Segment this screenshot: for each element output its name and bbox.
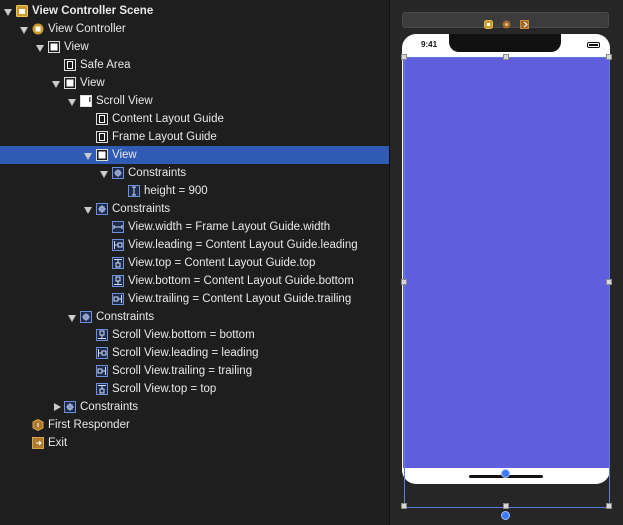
scene-dock[interactable] bbox=[402, 12, 609, 29]
view-controller-dock-icon[interactable] bbox=[484, 16, 493, 29]
first-responder-icon bbox=[32, 419, 44, 431]
bottom-constraint-pin-icon[interactable] bbox=[501, 469, 510, 478]
height-constraint-pin-icon[interactable] bbox=[501, 511, 510, 520]
disclosure-expanded-icon[interactable] bbox=[68, 313, 77, 322]
resize-handle-top-right[interactable] bbox=[606, 54, 612, 60]
outline-row-label: Scroll View.bottom = bottom bbox=[112, 329, 255, 341]
leading-constraint-icon bbox=[112, 239, 124, 251]
outline-row[interactable]: Constraints bbox=[0, 398, 441, 416]
outline-row-label: View bbox=[64, 41, 89, 53]
constraints-icon bbox=[112, 167, 124, 179]
view-icon bbox=[48, 41, 60, 53]
outline-row-label: Constraints bbox=[112, 203, 171, 215]
outline-row[interactable]: Exit bbox=[0, 434, 409, 452]
resize-handle-right[interactable] bbox=[606, 279, 612, 285]
constraints-icon bbox=[96, 203, 108, 215]
disclosure-expanded-icon[interactable] bbox=[84, 205, 93, 214]
constraints-icon bbox=[80, 311, 92, 323]
disclosure-expanded-icon[interactable] bbox=[4, 7, 13, 16]
view-icon bbox=[64, 77, 76, 89]
outline-row-label: View bbox=[80, 77, 105, 89]
outline-row[interactable]: First Responder bbox=[0, 416, 409, 434]
view-controller-icon bbox=[32, 23, 44, 35]
resize-handle-bottom[interactable] bbox=[503, 503, 509, 509]
disclosure-expanded-icon[interactable] bbox=[68, 97, 77, 106]
resize-handle-bottom-right[interactable] bbox=[606, 503, 612, 509]
outline-row-label: View.bottom = Content Layout Guide.botto… bbox=[128, 275, 354, 287]
battery-icon bbox=[587, 42, 600, 48]
outline-row[interactable]: Safe Area bbox=[0, 56, 441, 74]
outline-row[interactable]: View Controller Scene bbox=[0, 2, 393, 20]
disclosure-expanded-icon[interactable] bbox=[20, 25, 29, 34]
outline-row-label: Constraints bbox=[80, 401, 139, 413]
outline-row-label: View bbox=[112, 149, 137, 161]
outline-row-label: Scroll View.top = top bbox=[112, 383, 217, 395]
outline-row[interactable]: View bbox=[0, 38, 425, 56]
trailing-constraint-icon bbox=[112, 293, 124, 305]
disclosure-expanded-icon[interactable] bbox=[36, 43, 45, 52]
outline-row-label: View Controller Scene bbox=[32, 5, 154, 17]
width-constraint-icon bbox=[112, 221, 124, 233]
exit-dock-icon[interactable] bbox=[520, 16, 529, 29]
top-constraint-icon bbox=[96, 383, 108, 395]
outline-row[interactable]: View Controller bbox=[0, 20, 409, 38]
view-icon bbox=[96, 149, 108, 161]
resize-handle-left[interactable] bbox=[401, 279, 407, 285]
disclosure-expanded-icon[interactable] bbox=[100, 169, 109, 178]
disclosure-expanded-icon[interactable] bbox=[52, 79, 61, 88]
bottom-constraint-icon bbox=[96, 329, 108, 341]
outline-row-label: height = 900 bbox=[144, 185, 208, 197]
height-constraint-icon bbox=[128, 185, 140, 197]
outline-row-label: Frame Layout Guide bbox=[112, 131, 217, 143]
iphone-frame: 9:41 bbox=[402, 34, 610, 484]
device-notch bbox=[449, 34, 561, 52]
content-view[interactable] bbox=[403, 58, 609, 468]
outline-row-label: Exit bbox=[48, 437, 68, 449]
exit-icon bbox=[32, 437, 44, 449]
status-bar-time: 9:41 bbox=[421, 40, 438, 49]
outline-row-label: View.top = Content Layout Guide.top bbox=[128, 257, 316, 269]
outline-row-label: View Controller bbox=[48, 23, 126, 35]
outline-row-label: Constraints bbox=[96, 311, 155, 323]
outline-row-label: View.width = Frame Layout Guide.width bbox=[128, 221, 331, 233]
scene-icon bbox=[16, 5, 28, 17]
layout-guide-icon bbox=[96, 113, 108, 125]
top-constraint-icon bbox=[112, 257, 124, 269]
document-outline: View Controller Scene View Controller View… bbox=[0, 0, 473, 525]
constraints-icon bbox=[64, 401, 76, 413]
outline-row-label: View.trailing = Content Layout Guide.tra… bbox=[128, 293, 352, 305]
outline-row[interactable]: View bbox=[0, 74, 441, 92]
outline-row-label: Safe Area bbox=[80, 59, 131, 71]
layout-guide-icon bbox=[64, 59, 76, 71]
layout-guide-icon bbox=[96, 131, 108, 143]
first-responder-dock-icon[interactable] bbox=[502, 16, 511, 29]
disclosure-expanded-icon[interactable] bbox=[84, 151, 93, 160]
leading-constraint-icon bbox=[96, 347, 108, 359]
outline-row-label: Constraints bbox=[128, 167, 187, 179]
trailing-constraint-icon bbox=[96, 365, 108, 377]
outline-row-label: View.leading = Content Layout Guide.lead… bbox=[128, 239, 358, 251]
scroll-view-icon bbox=[80, 95, 92, 107]
disclosure-collapsed-icon[interactable] bbox=[52, 402, 61, 412]
resize-handle-top-left[interactable] bbox=[401, 54, 407, 60]
resize-handle-top[interactable] bbox=[503, 54, 509, 60]
outline-row-label: Scroll View bbox=[96, 95, 153, 107]
outline-row-label: Scroll View.leading = leading bbox=[112, 347, 259, 359]
resize-handle-bottom-left[interactable] bbox=[401, 503, 407, 509]
bottom-constraint-icon bbox=[112, 275, 124, 287]
outline-row-label: First Responder bbox=[48, 419, 130, 431]
outline-row-label: Content Layout Guide bbox=[112, 113, 224, 125]
outline-row-label: Scroll View.trailing = trailing bbox=[112, 365, 253, 377]
